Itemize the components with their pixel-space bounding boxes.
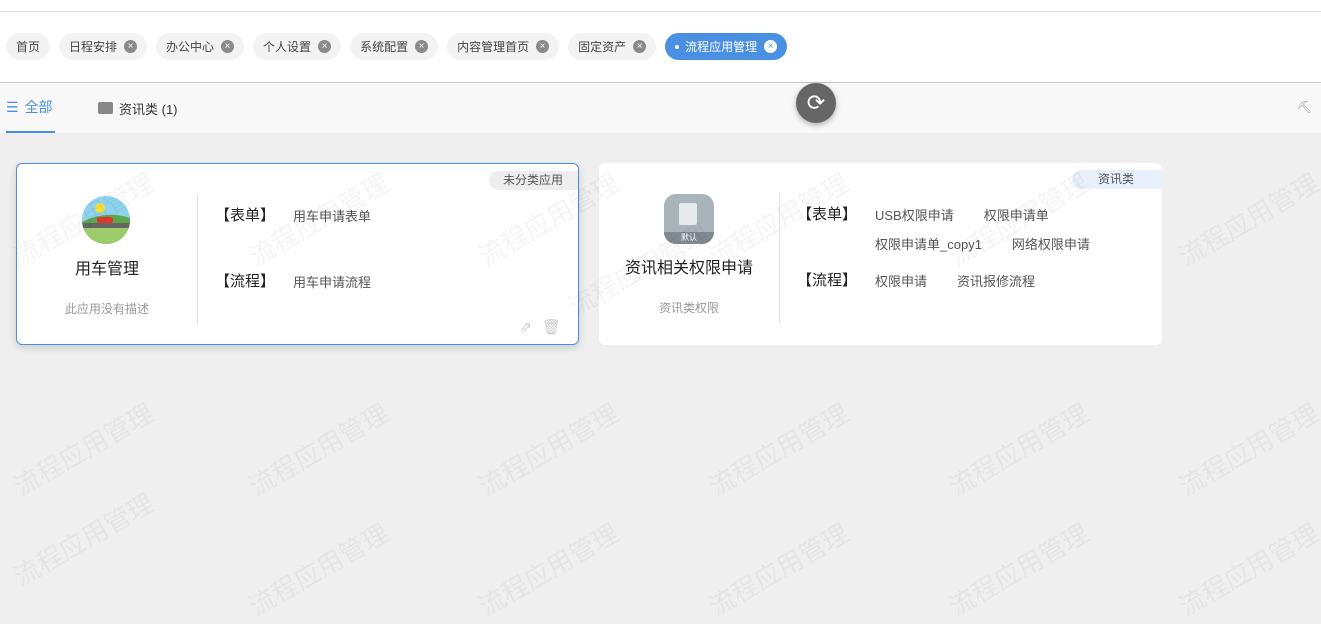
share-icon[interactable]: ⇗	[519, 318, 532, 336]
watermark: 流程应用管理	[6, 483, 160, 593]
watermark: 流程应用管理	[471, 393, 625, 503]
forms-row: 【表单】 用车申请表单	[215, 206, 372, 225]
divider	[197, 194, 198, 324]
form-link[interactable]: 权限申请单_copy1	[875, 234, 982, 253]
tab-item[interactable]: 办公中心 ×	[156, 33, 245, 60]
open-tabs: 首页 日程安排 × 办公中心 × 个人设置 × 系统配置 × 内容管理首页 × 固定资产 × 流程应用管理…	[6, 33, 788, 60]
watermark: 流程应用管理	[941, 513, 1095, 623]
watermark: 流程应用管理	[6, 393, 160, 503]
flows-row: 【流程】 权限申请 资讯报修流程	[797, 271, 1036, 290]
search-icon[interactable]: ⛏	[1297, 100, 1312, 114]
flow-link[interactable]: 资讯报修流程	[957, 271, 1035, 290]
tab-all[interactable]: ☰ 全部	[6, 83, 55, 133]
watermark: 流程应用管理	[941, 393, 1095, 503]
app-card[interactable]: 未分类应用 用车管理 此应用没有描述 【表单】 用车申请表单 【流程】 用车申请流程…	[16, 163, 579, 345]
car-app-icon	[82, 196, 130, 244]
tab-item[interactable]: 首页	[6, 33, 51, 60]
flow-link[interactable]: 用车申请流程	[293, 272, 371, 291]
refresh-button[interactable]: ⟳	[796, 83, 836, 123]
list-icon: ☰	[6, 98, 19, 115]
tab-item[interactable]: 个人设置 ×	[253, 33, 342, 60]
flow-link[interactable]: 权限申请	[875, 271, 927, 290]
close-icon[interactable]: ×	[633, 40, 647, 53]
form-link[interactable]: 网络权限申请	[1012, 234, 1090, 253]
form-link[interactable]: USB权限申请	[875, 205, 954, 224]
tab-label: 个人设置	[263, 40, 312, 54]
form-link[interactable]: 权限申请单	[984, 205, 1049, 224]
category-bar: ☰ 全部 资讯类 (1)	[0, 83, 1321, 133]
tab-news[interactable]: 资讯类 (1)	[98, 83, 178, 133]
tab-item[interactable]: 流程应用管理 ×	[665, 33, 788, 60]
default-tag: 默认	[664, 232, 714, 244]
folder-icon	[98, 102, 113, 114]
app-name: 资讯相关权限申请	[624, 260, 753, 277]
close-icon[interactable]: ×	[536, 40, 550, 53]
close-icon[interactable]: ×	[764, 40, 778, 53]
watermark: 流程应用管理	[241, 513, 395, 623]
tab-item[interactable]: 日程安排 ×	[59, 33, 148, 60]
tab-label: 内容管理首页	[457, 40, 530, 54]
watermark: 流程应用管理	[1171, 393, 1321, 503]
category-badge: 资讯类	[1071, 170, 1162, 189]
tab-label: 固定资产	[578, 40, 627, 54]
top-strip	[0, 0, 1321, 12]
tab-label: 办公中心	[166, 40, 215, 54]
tab-item[interactable]: 固定资产 ×	[568, 33, 657, 60]
watermark: 流程应用管理	[471, 513, 625, 623]
tab-item[interactable]: 内容管理首页 ×	[447, 33, 560, 60]
divider	[779, 193, 780, 323]
tab-label: 首页	[16, 40, 41, 54]
default-app-icon: 默认	[664, 194, 714, 244]
app-description: 此应用没有描述	[64, 302, 149, 316]
watermark: 流程应用管理	[701, 513, 855, 623]
close-icon[interactable]: ×	[124, 40, 138, 53]
app-name: 用车管理	[74, 261, 139, 278]
flows-row: 【流程】 用车申请流程	[215, 272, 372, 291]
watermark: 流程应用管理	[241, 393, 395, 503]
tab-label: 系统配置	[360, 40, 409, 54]
app-card[interactable]: 资讯类 默认 资讯相关权限申请 资讯类权限 【表单】 USB权限申请 权限申请单 权限…	[599, 163, 1162, 345]
close-icon[interactable]: ×	[415, 40, 429, 53]
tab-label: 日程安排	[69, 40, 118, 54]
refresh-icon: ⟳	[806, 90, 826, 115]
watermark: 流程应用管理	[1171, 163, 1321, 273]
category-badge: 未分类应用	[488, 171, 578, 190]
close-icon[interactable]: ×	[221, 40, 235, 53]
watermark: 流程应用管理	[1171, 513, 1321, 623]
tab-bar: 首页 日程安排 × 办公中心 × 个人设置 × 系统配置 × 内容管理首页 × 固定资产 × 流程应用管理…	[0, 12, 1321, 83]
app-description: 资讯类权限	[658, 301, 719, 315]
watermark: 流程应用管理	[701, 393, 855, 503]
tab-label: 流程应用管理	[685, 40, 758, 54]
tab-item[interactable]: 系统配置 ×	[350, 33, 439, 60]
forms-row: 【表单】 USB权限申请 权限申请单 权限申请单_copy1 网络权限申请	[797, 205, 1090, 253]
close-icon[interactable]: ×	[318, 40, 332, 53]
form-link[interactable]: 用车申请表单	[293, 206, 371, 225]
active-dot	[675, 44, 680, 49]
trash-icon[interactable]: 🗑	[542, 318, 561, 336]
